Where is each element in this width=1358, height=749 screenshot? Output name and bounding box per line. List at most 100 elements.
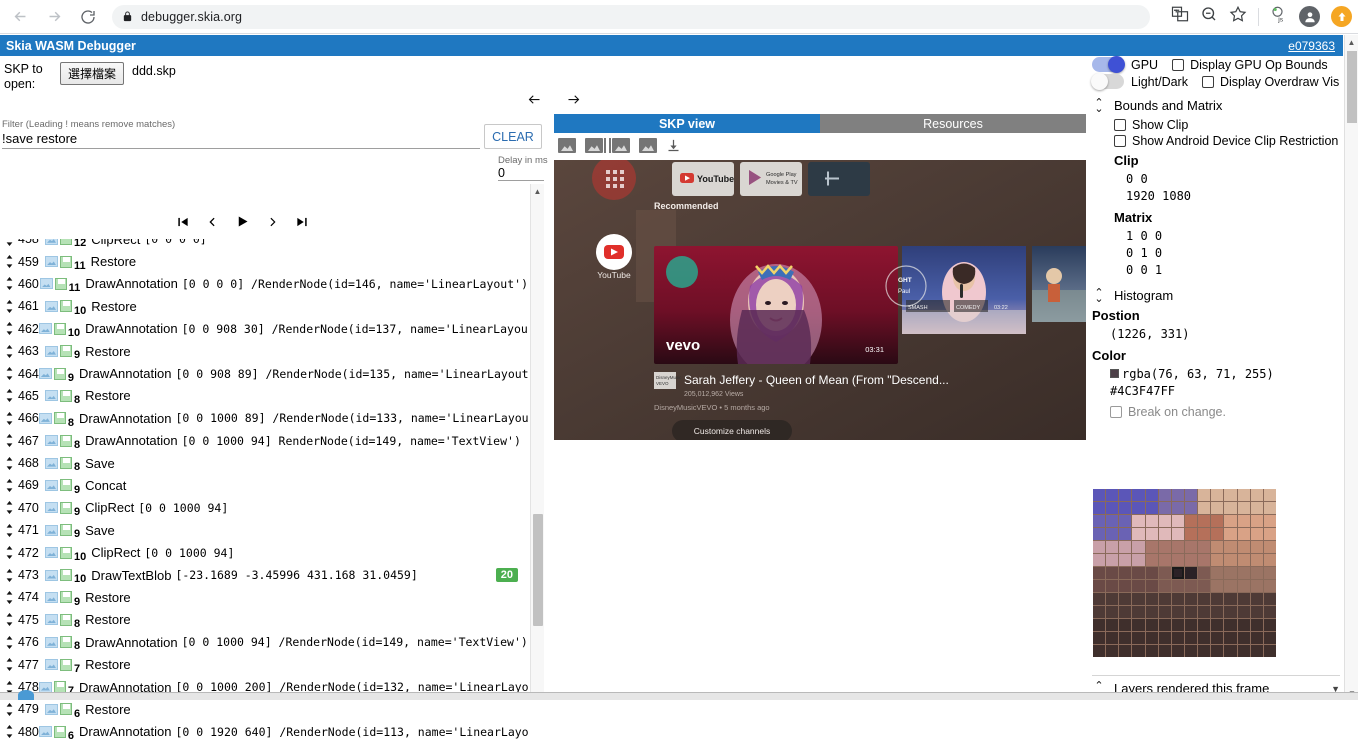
download-icon[interactable] [666,138,681,153]
reorder-handle-icon[interactable] [5,501,14,515]
save-layer-icon[interactable] [60,636,72,649]
reorder-handle-icon[interactable] [5,613,14,627]
command-row[interactable]: 473 10 DrawTextBlob [-23.1689 -3.45996 431.… [0,564,528,586]
save-layer-icon[interactable] [60,389,72,402]
display-overdraw-vis-checkbox[interactable] [1201,75,1214,88]
command-row[interactable]: 461 10 Restore [0,295,528,317]
thumbnail-icon[interactable] [45,569,58,581]
reorder-handle-icon[interactable] [5,277,14,291]
reorder-handle-icon[interactable] [5,635,14,649]
arrow-left-icon[interactable] [525,92,544,112]
save-layer-icon[interactable] [60,613,72,626]
address-bar[interactable]: debugger.skia.org [112,4,1150,29]
save-layer-icon[interactable] [60,457,72,470]
reload-icon[interactable] [74,3,102,31]
command-row[interactable]: 465 8 Restore [0,385,528,407]
reorder-handle-icon[interactable] [5,434,14,448]
skip-to-start-button[interactable] [176,215,190,229]
reorder-handle-icon[interactable] [5,411,14,425]
page-scrollbar[interactable]: ▲ ▼ [1344,35,1358,700]
update-icon[interactable] [1331,6,1352,27]
image-plain-icon[interactable] [639,138,657,153]
command-row[interactable]: 468 8 Save [0,452,528,474]
save-layer-icon[interactable] [60,434,72,447]
histogram-expand-icon[interactable]: ⌃ ⌄ [1092,287,1106,304]
save-layer-icon[interactable] [60,255,72,268]
thumbnail-icon[interactable] [45,435,58,447]
reorder-handle-icon[interactable] [5,546,14,560]
thumbnail-icon[interactable] [45,524,58,536]
thumbnail-icon[interactable] [39,278,53,290]
reorder-handle-icon[interactable] [5,389,14,403]
thumbnail-icon[interactable] [45,300,58,312]
save-layer-icon[interactable] [60,300,72,313]
app-version-link[interactable]: e079363 [1288,39,1335,53]
thumbnail-icon[interactable] [45,256,58,268]
save-layer-icon[interactable] [60,479,72,492]
command-row[interactable]: 469 9 Concat [0,474,528,496]
thumbnail-icon[interactable] [38,323,52,335]
command-row[interactable]: 462 10 DrawAnnotation [0 0 908 30] /RenderN… [0,318,528,340]
reorder-handle-icon[interactable] [5,255,14,269]
save-layer-icon[interactable] [60,239,72,246]
save-layer-icon[interactable] [53,412,66,425]
thumbnail-icon[interactable] [45,547,58,559]
reorder-handle-icon[interactable] [5,239,14,246]
bounds-and-matrix-section[interactable]: ⌃ ⌄ Bounds and Matrix [1092,97,1340,114]
reorder-handle-icon[interactable] [5,568,14,582]
tab-skp-view[interactable]: SKP view [554,114,820,133]
command-row[interactable]: 459 11 Restore [0,250,528,272]
arrow-right-icon[interactable] [564,92,583,112]
image-left-bar-icon[interactable] [609,138,630,153]
command-list[interactable]: 458 12 ClipRect [0 0 0 0] 459 11 Restore 460 11 D… [0,239,528,749]
command-row[interactable]: 470 9 ClipRect [0 0 1000 94] [0,497,528,519]
reorder-handle-icon[interactable] [5,590,14,604]
thumbnail-icon[interactable] [45,239,58,245]
reorder-handle-icon[interactable] [5,344,14,358]
thumbnail-icon[interactable] [38,412,52,424]
save-layer-icon[interactable] [60,501,72,514]
command-row[interactable]: 466 8 DrawAnnotation [0 0 1000 89] /RenderN… [0,407,528,429]
thumbnail-icon[interactable] [45,457,58,469]
thumbnail-icon[interactable] [38,681,52,693]
thumbnail-icon[interactable] [45,591,58,603]
thumbnail-icon[interactable] [38,726,52,738]
zoom-out-icon[interactable] [1200,5,1218,28]
command-row[interactable]: 460 11 DrawAnnotation [0 0 0 0] /RenderNode… [0,273,528,295]
save-layer-icon[interactable] [53,725,66,738]
reorder-handle-icon[interactable] [5,456,14,470]
break-on-change-checkbox[interactable] [1110,406,1122,418]
command-row[interactable]: 471 9 Save [0,519,528,541]
thumbnail-icon[interactable] [45,390,58,402]
command-row[interactable]: 475 8 Restore [0,609,528,631]
save-layer-icon[interactable] [60,546,72,559]
taskbar-start-button[interactable] [18,690,34,700]
page-scrollbar-thumb[interactable] [1347,51,1357,123]
command-row[interactable]: 458 12 ClipRect [0 0 0 0] [0,239,528,250]
command-row[interactable]: 480 6 DrawAnnotation [0 0 1920 640] /Render… [0,721,528,743]
thumbnail-icon[interactable] [45,345,58,357]
choose-file-button[interactable]: 選擇檔案 [60,62,125,85]
save-layer-icon[interactable] [60,591,72,604]
star-icon[interactable] [1229,5,1247,28]
save-layer-icon[interactable] [60,703,72,716]
page-scroll-up-icon[interactable]: ▲ [1345,35,1358,49]
skp-render-canvas[interactable]: YouTube Google Play Movies & TV Recommen… [554,160,1086,440]
save-layer-icon[interactable] [60,345,72,358]
save-layer-icon[interactable] [60,524,72,537]
back-arrow-icon[interactable] [6,3,34,31]
profile-avatar-icon[interactable] [1299,6,1320,27]
reorder-handle-icon[interactable] [5,367,14,381]
tab-resources[interactable]: Resources [820,114,1086,133]
command-row[interactable]: 472 10 ClipRect [0 0 1000 94] [0,541,528,563]
save-layer-icon[interactable] [53,367,66,380]
thumbnail-icon[interactable] [45,479,58,491]
reorder-handle-icon[interactable] [5,322,14,336]
reorder-handle-icon[interactable] [5,478,14,492]
gpu-toggle[interactable] [1092,56,1125,73]
command-row[interactable]: 474 9 Restore [0,586,528,608]
light-dark-toggle[interactable] [1091,73,1124,90]
js-extension-icon[interactable]: js [1270,5,1288,28]
show-clip-checkbox[interactable] [1114,119,1126,131]
save-layer-icon[interactable] [60,658,72,671]
